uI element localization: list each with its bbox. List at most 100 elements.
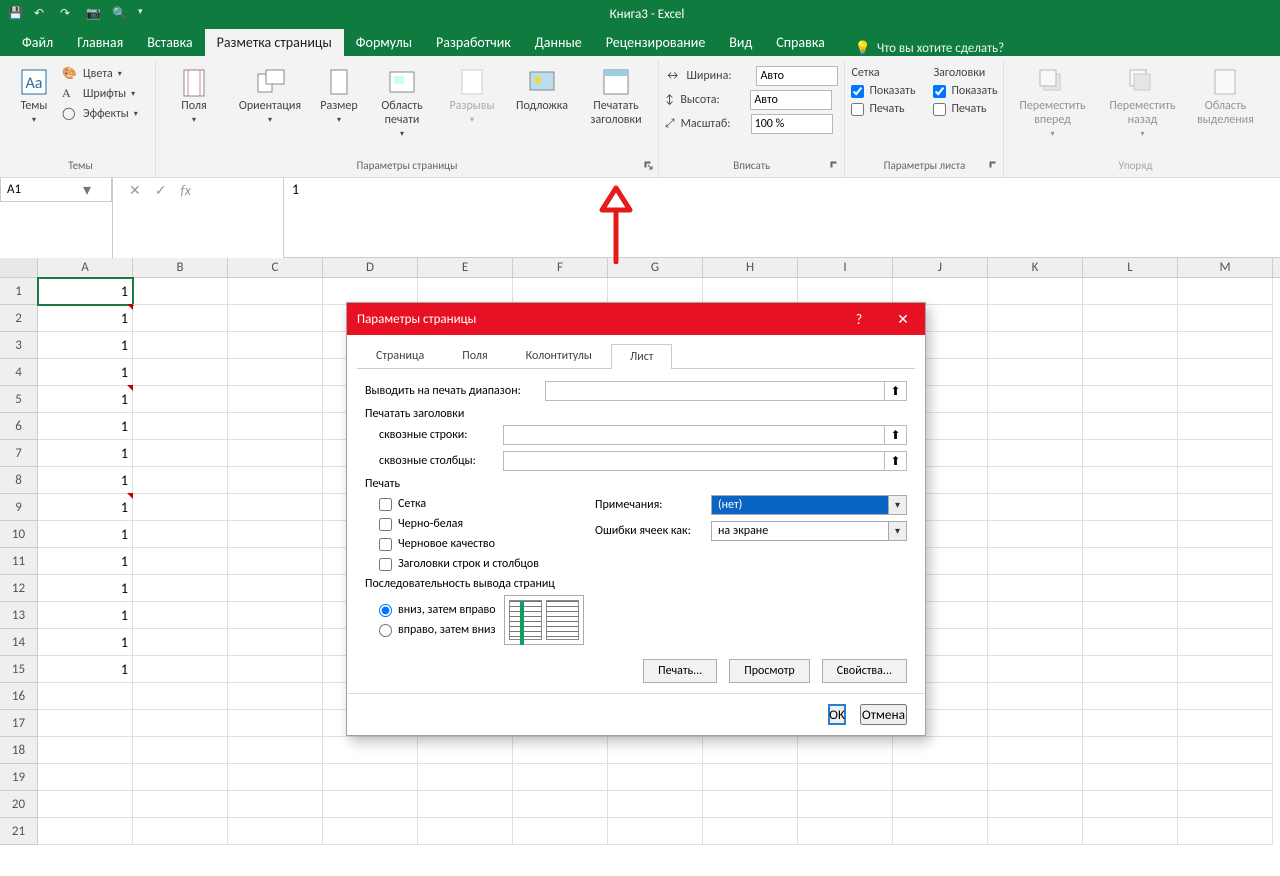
- row-header[interactable]: 18: [0, 737, 38, 764]
- cell[interactable]: [1083, 683, 1178, 710]
- row-header[interactable]: 7: [0, 440, 38, 467]
- dialog-tab-header-footer[interactable]: Колонтитулы: [507, 343, 611, 368]
- tab-help[interactable]: Справка: [764, 29, 837, 56]
- cell[interactable]: [513, 278, 608, 305]
- column-header[interactable]: F: [513, 258, 608, 277]
- tell-me-search[interactable]: 💡 Что вы хотите сделать?: [855, 41, 1004, 56]
- order-down-radio[interactable]: вниз, затем вправо: [379, 603, 496, 617]
- cell[interactable]: [1178, 440, 1273, 467]
- cell[interactable]: [133, 656, 228, 683]
- cell[interactable]: [228, 278, 323, 305]
- cell[interactable]: [1178, 629, 1273, 656]
- print-area-picker-icon[interactable]: ⬆: [885, 381, 907, 401]
- cell[interactable]: 1: [38, 332, 133, 359]
- cell[interactable]: [133, 683, 228, 710]
- colors-button[interactable]: 🎨Цвета▾: [62, 66, 138, 82]
- cell[interactable]: [988, 521, 1083, 548]
- fit-scale-spinner[interactable]: [751, 114, 833, 134]
- cell[interactable]: [988, 575, 1083, 602]
- cell[interactable]: 1: [38, 278, 133, 305]
- cell[interactable]: [418, 764, 513, 791]
- cell[interactable]: [228, 386, 323, 413]
- cell[interactable]: 1: [38, 359, 133, 386]
- row-col-headings-checkbox[interactable]: Заголовки строк и столбцов: [379, 557, 575, 571]
- cell[interactable]: 1: [38, 413, 133, 440]
- column-header[interactable]: K: [988, 258, 1083, 277]
- cell[interactable]: [38, 683, 133, 710]
- row-header[interactable]: 21: [0, 818, 38, 845]
- tab-review[interactable]: Рецензирование: [594, 29, 718, 56]
- column-header[interactable]: J: [893, 258, 988, 277]
- cell[interactable]: [133, 818, 228, 845]
- cell[interactable]: [228, 494, 323, 521]
- tab-home[interactable]: Главная: [65, 29, 135, 56]
- cell[interactable]: [133, 305, 228, 332]
- column-header[interactable]: L: [1083, 258, 1178, 277]
- column-header[interactable]: A: [38, 258, 133, 277]
- cell[interactable]: [1178, 359, 1273, 386]
- cell[interactable]: [988, 278, 1083, 305]
- tab-page-layout[interactable]: Разметка страницы: [205, 29, 344, 56]
- column-header[interactable]: M: [1178, 258, 1273, 277]
- cell[interactable]: [798, 737, 893, 764]
- cell[interactable]: [1178, 764, 1273, 791]
- column-header[interactable]: E: [418, 258, 513, 277]
- cell[interactable]: [1083, 305, 1178, 332]
- cell-errors-combo[interactable]: ▾: [711, 521, 907, 541]
- rows-repeat-input[interactable]: [503, 425, 885, 445]
- cell[interactable]: [1178, 575, 1273, 602]
- cell[interactable]: [133, 467, 228, 494]
- row-header[interactable]: 5: [0, 386, 38, 413]
- cell[interactable]: [1083, 737, 1178, 764]
- cell[interactable]: [988, 386, 1083, 413]
- cell[interactable]: [608, 791, 703, 818]
- cell[interactable]: [988, 494, 1083, 521]
- cell[interactable]: [133, 737, 228, 764]
- tab-formulas[interactable]: Формулы: [344, 29, 424, 56]
- preview-button[interactable]: Просмотр: [729, 659, 809, 683]
- cell[interactable]: [988, 413, 1083, 440]
- cell[interactable]: [513, 791, 608, 818]
- tab-view[interactable]: Вид: [717, 29, 764, 56]
- name-box[interactable]: [1, 182, 79, 197]
- cell[interactable]: [1083, 494, 1178, 521]
- row-header[interactable]: 15: [0, 656, 38, 683]
- row-header[interactable]: 8: [0, 467, 38, 494]
- fonts-button[interactable]: AШрифты▾: [62, 86, 138, 102]
- undo-icon[interactable]: ↶: [34, 6, 50, 22]
- column-header[interactable]: I: [798, 258, 893, 277]
- cell[interactable]: 1: [38, 386, 133, 413]
- headings-show-check[interactable]: Показать: [933, 84, 997, 98]
- fit-height-combo[interactable]: [750, 90, 832, 110]
- cell[interactable]: [228, 791, 323, 818]
- cell[interactable]: [228, 332, 323, 359]
- tab-file[interactable]: Файл: [10, 29, 65, 56]
- row-header[interactable]: 16: [0, 683, 38, 710]
- comments-combo[interactable]: ▾: [711, 495, 907, 515]
- cell[interactable]: [133, 332, 228, 359]
- cell[interactable]: [703, 278, 798, 305]
- cell[interactable]: [1178, 413, 1273, 440]
- cell[interactable]: [228, 710, 323, 737]
- cols-repeat-input[interactable]: [503, 451, 885, 471]
- cell[interactable]: [133, 386, 228, 413]
- draft-quality-checkbox[interactable]: Черновое качество: [379, 537, 575, 551]
- cell[interactable]: [703, 818, 798, 845]
- cell[interactable]: [1178, 386, 1273, 413]
- cell[interactable]: [1083, 818, 1178, 845]
- row-header[interactable]: 17: [0, 710, 38, 737]
- cell[interactable]: [1083, 548, 1178, 575]
- tab-data[interactable]: Данные: [523, 29, 594, 56]
- redo-icon[interactable]: ↷: [60, 6, 76, 22]
- cell[interactable]: [133, 575, 228, 602]
- row-header[interactable]: 20: [0, 791, 38, 818]
- cell[interactable]: [133, 710, 228, 737]
- cell[interactable]: [703, 791, 798, 818]
- cell[interactable]: [1083, 791, 1178, 818]
- cell[interactable]: [798, 764, 893, 791]
- row-header[interactable]: 13: [0, 602, 38, 629]
- row-header[interactable]: 6: [0, 413, 38, 440]
- cell[interactable]: [988, 683, 1083, 710]
- cell[interactable]: [1178, 278, 1273, 305]
- cell[interactable]: [893, 737, 988, 764]
